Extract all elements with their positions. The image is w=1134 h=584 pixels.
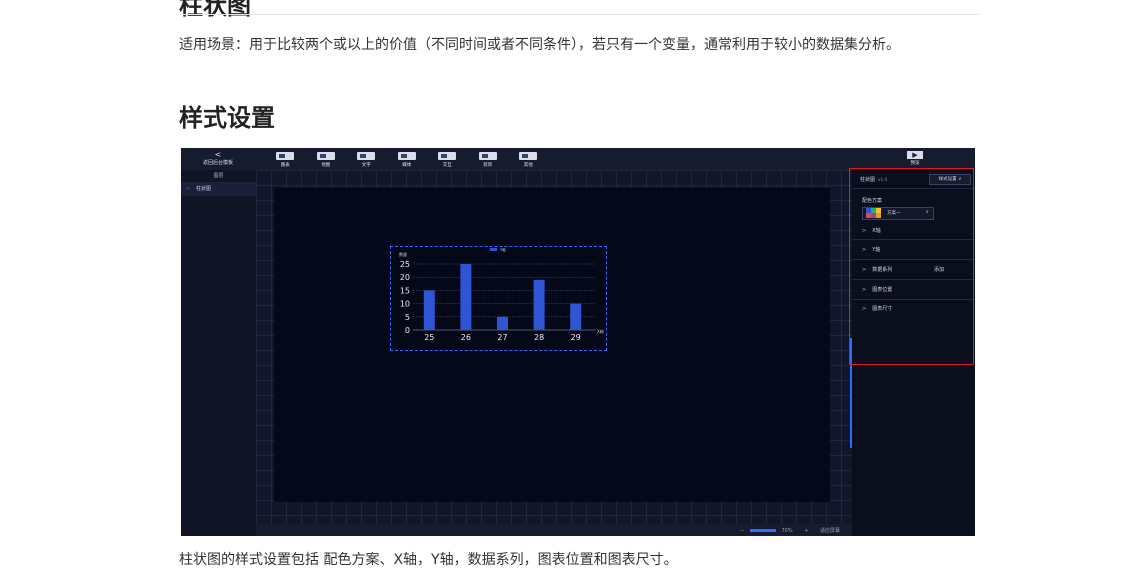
tool-chart[interactable]: 图表 bbox=[265, 152, 306, 168]
x-tick-label: 27 bbox=[497, 333, 507, 342]
y-tick-label: 0 bbox=[405, 326, 410, 335]
editor-screenshot: < 返回后台模板 图表 地图 文字 媒体 交互 装饰 其他 ▶ 预览 图层 ‹›… bbox=[181, 148, 975, 536]
interaction-icon bbox=[438, 152, 457, 160]
tool-label: 文字 bbox=[361, 163, 371, 168]
tool-other[interactable]: 其他 bbox=[508, 152, 549, 168]
x-tick-label: 25 bbox=[424, 333, 434, 342]
x-tick-label: 26 bbox=[461, 333, 471, 342]
zoom-control[interactable]: − 70% + 适应屏幕 bbox=[740, 527, 840, 534]
map-icon bbox=[316, 152, 335, 160]
chevron-left-icon: < bbox=[214, 150, 222, 159]
y-tick-label: 25 bbox=[400, 260, 410, 269]
tool-text[interactable]: 文字 bbox=[346, 152, 387, 168]
zoom-slider[interactable] bbox=[749, 529, 776, 532]
bar bbox=[570, 303, 582, 330]
tool-label: 装饰 bbox=[483, 163, 493, 168]
section-heading-bar-chart: 柱状图 bbox=[179, 0, 251, 20]
media-icon bbox=[397, 152, 416, 160]
y-tick-label: 10 bbox=[400, 300, 410, 309]
tool-label: 交互 bbox=[442, 163, 452, 168]
text-icon bbox=[357, 152, 376, 160]
decoration-icon bbox=[478, 152, 497, 160]
figure-caption: 柱状图的样式设置包括 配色方案、X轴，Y轴，数据系列，图表位置和图表尺寸。 bbox=[179, 552, 678, 568]
zoom-out-icon[interactable]: − bbox=[740, 528, 744, 534]
y-tick-label: 5 bbox=[405, 313, 410, 322]
legend-label: Y轴 bbox=[500, 247, 506, 252]
x-tick-label: 28 bbox=[534, 333, 544, 342]
back-label: 返回后台模板 bbox=[202, 160, 233, 166]
zoom-value: 70% bbox=[781, 528, 793, 534]
bar bbox=[460, 264, 472, 330]
canvas-area[interactable] bbox=[256, 170, 852, 536]
other-icon bbox=[519, 152, 538, 160]
bar-chart-widget[interactable]: 0 5 10 15 20 25 数量 X轴 Y轴 25 26 27 28 29 bbox=[390, 246, 607, 351]
x-tick-label: 29 bbox=[571, 333, 581, 342]
status-bar: − 70% + 适应屏幕 bbox=[256, 524, 852, 536]
usage-paragraph: 适用场景：用于比较两个或以上的价值（不同时间或者不同条件），若只有一个变量，通常… bbox=[179, 37, 900, 53]
layer-item-bar-chart[interactable]: ‹› 柱状图 bbox=[181, 183, 256, 196]
layers-header: 图层 bbox=[181, 170, 256, 183]
heading-divider bbox=[179, 14, 979, 15]
code-icon: ‹› bbox=[186, 186, 190, 192]
tool-decoration[interactable]: 装饰 bbox=[468, 152, 509, 168]
tool-interaction[interactable]: 交互 bbox=[427, 152, 468, 168]
editor-toolbar: < 返回后台模板 图表 地图 文字 媒体 交互 装饰 其他 ▶ 预览 bbox=[181, 148, 975, 170]
y-tick-label: 15 bbox=[400, 286, 410, 295]
bar bbox=[497, 316, 508, 330]
tool-map[interactable]: 地图 bbox=[306, 152, 347, 168]
bar bbox=[533, 279, 545, 330]
style-settings-heading: 样式设置 bbox=[179, 104, 275, 132]
layers-panel: 图层 ‹› 柱状图 bbox=[181, 170, 256, 536]
y-axis-label: 数量 bbox=[399, 251, 407, 257]
chart-icon bbox=[276, 152, 295, 160]
back-button[interactable]: < 返回后台模板 bbox=[193, 150, 243, 167]
x-axis-label: X轴 bbox=[597, 328, 604, 334]
bar bbox=[423, 290, 435, 330]
preview-button[interactable]: ▶ 预览 bbox=[907, 151, 923, 166]
tool-label: 图表 bbox=[280, 163, 290, 168]
tool-group: 图表 地图 文字 媒体 交互 装饰 其他 bbox=[265, 152, 549, 168]
tool-label: 媒体 bbox=[402, 163, 412, 168]
highlight-box bbox=[849, 168, 974, 365]
layer-item-label: 柱状图 bbox=[196, 186, 212, 192]
play-icon: ▶ bbox=[907, 151, 923, 159]
tool-label: 地图 bbox=[321, 163, 331, 168]
tool-media[interactable]: 媒体 bbox=[387, 152, 428, 168]
tool-label: 其他 bbox=[523, 163, 533, 168]
preview-label: 预览 bbox=[910, 161, 920, 166]
legend-swatch bbox=[490, 248, 497, 251]
zoom-in-icon[interactable]: + bbox=[804, 528, 808, 534]
bar-chart-svg: 0 5 10 15 20 25 数量 X轴 Y轴 25 26 27 28 29 bbox=[399, 247, 604, 342]
fit-screen-button[interactable]: 适应屏幕 bbox=[820, 528, 840, 534]
y-tick-label: 20 bbox=[400, 273, 410, 282]
